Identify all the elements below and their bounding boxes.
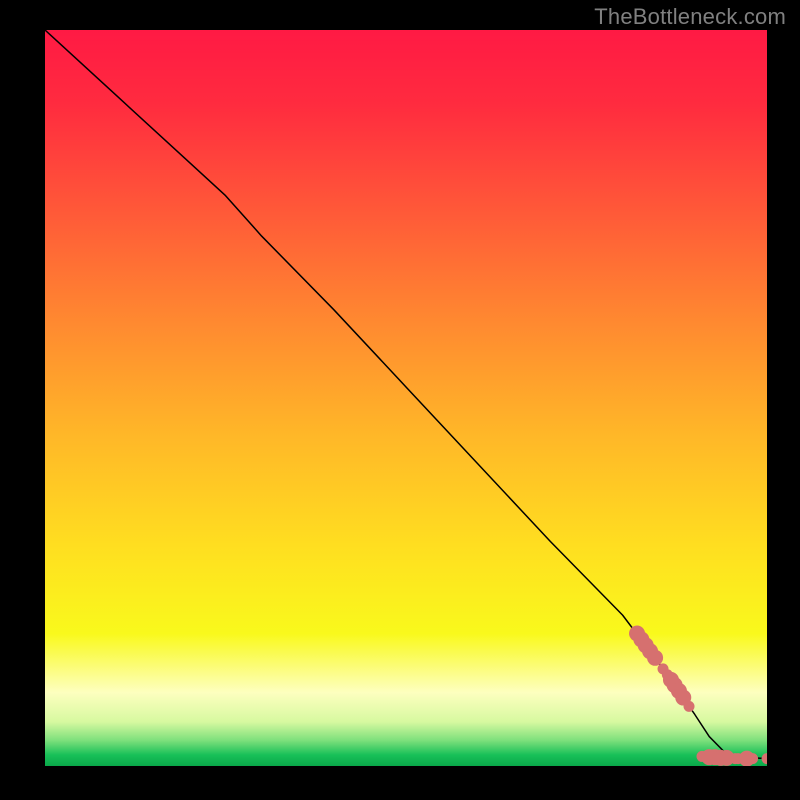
- watermark-label: TheBottleneck.com: [594, 4, 786, 30]
- plot-area: [45, 30, 767, 766]
- chart-frame: TheBottleneck.com: [0, 0, 800, 800]
- plot-svg: [45, 30, 767, 766]
- marker-point: [647, 650, 663, 666]
- marker-point: [684, 701, 695, 712]
- marker-point: [747, 753, 758, 764]
